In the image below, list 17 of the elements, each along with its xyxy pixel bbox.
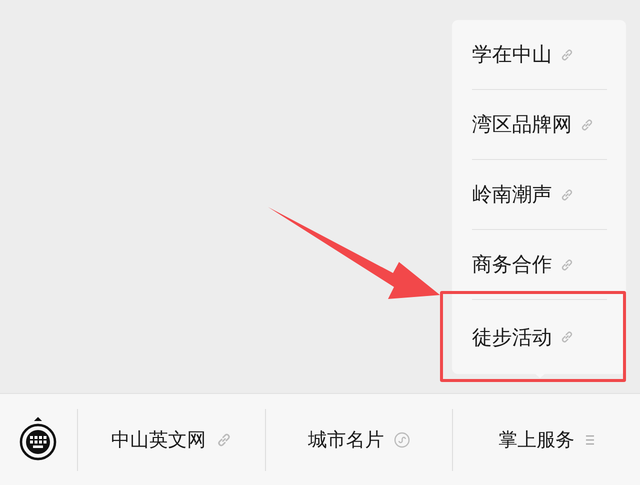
submenu-item[interactable]: 湾区品牌网 (472, 90, 607, 160)
menu-bar-item[interactable]: 中山英文网 (77, 408, 265, 470)
link-icon (560, 258, 574, 272)
mini-program-icon (394, 432, 410, 448)
keyboard-icon[interactable] (18, 416, 58, 462)
menu-icon (584, 434, 595, 446)
link-icon (216, 432, 232, 448)
link-icon (580, 118, 594, 132)
submenu-item[interactable]: 岭南潮声 (472, 160, 607, 230)
submenu-item[interactable]: 徒步活动 (472, 300, 607, 374)
menu-bar-item[interactable]: 城市名片 (264, 408, 452, 470)
submenu-item[interactable]: 商务合作 (472, 230, 607, 300)
link-icon (560, 188, 574, 202)
submenu-item[interactable]: 学在中山 (472, 20, 607, 90)
menu-bar-item[interactable]: 掌上服务 (452, 408, 640, 470)
link-icon (560, 48, 574, 62)
link-icon (560, 330, 574, 344)
